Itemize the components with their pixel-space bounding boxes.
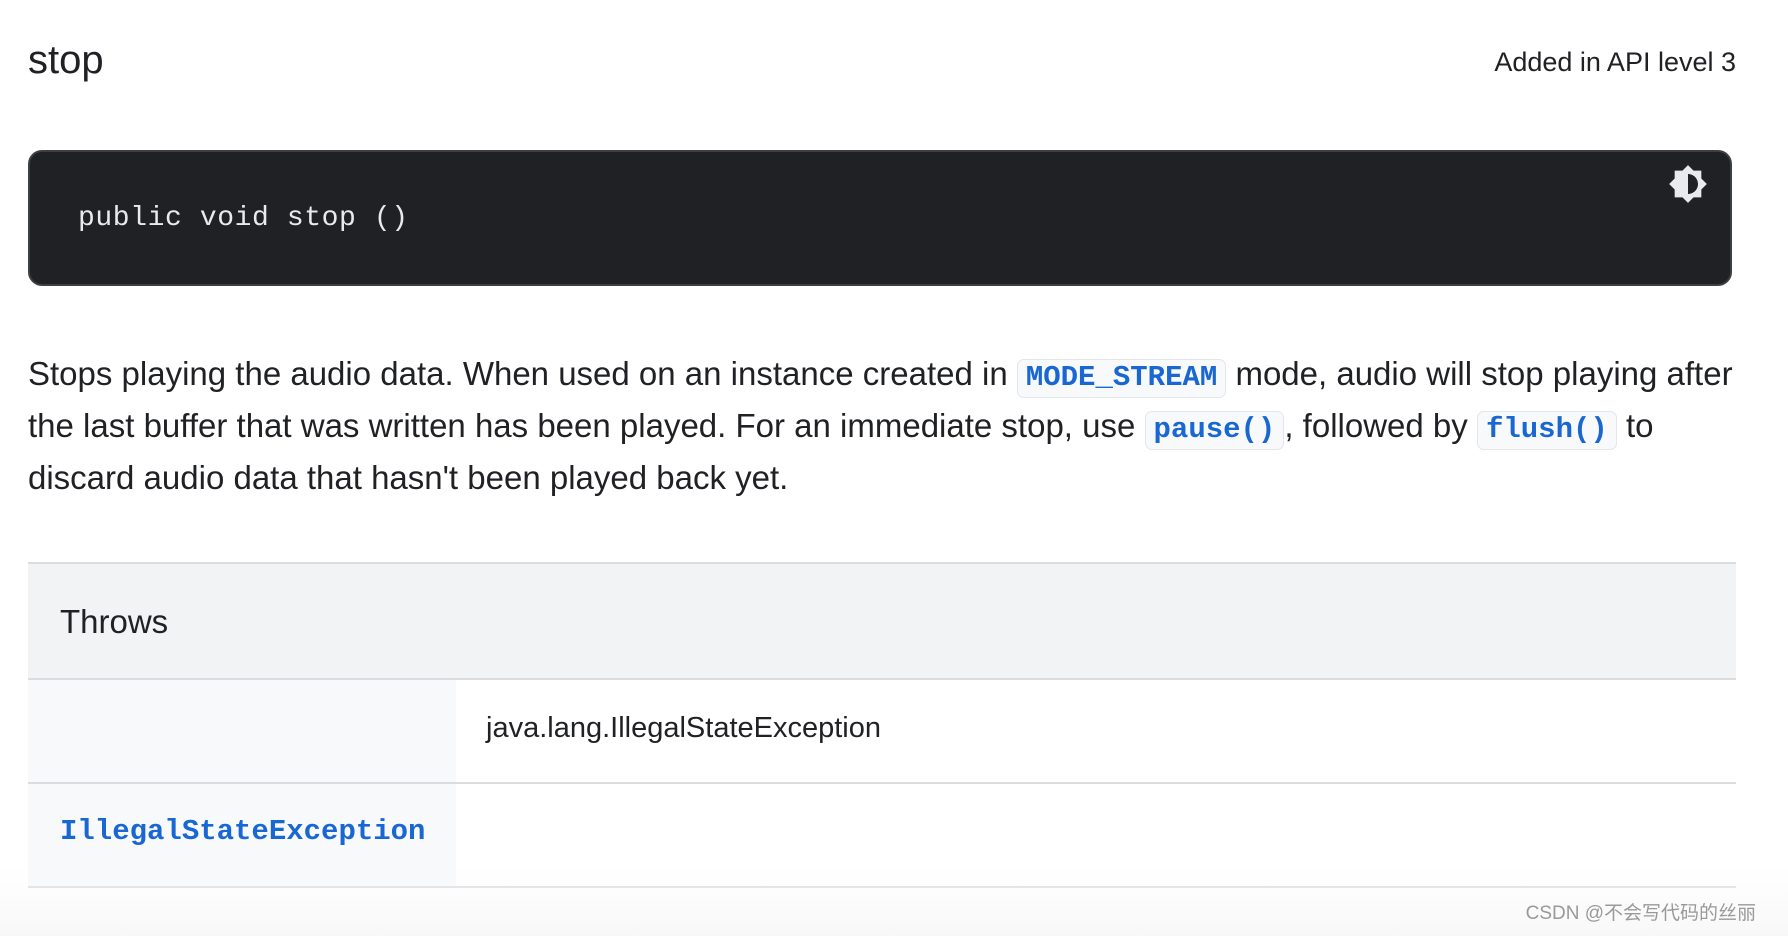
exception-description: java.lang.IllegalStateException	[486, 712, 881, 744]
method-signature: public void stop ()	[78, 203, 409, 234]
brightness-contrast-icon[interactable]	[1668, 164, 1708, 204]
api-level-label: Added in API level 3	[1494, 47, 1736, 77]
description-text-1: Stops playing the audio data. When used …	[28, 355, 1017, 392]
exception-description-cell	[456, 784, 1736, 886]
table-row: java.lang.IllegalStateException	[28, 680, 1736, 784]
throws-header-label: Throws	[60, 603, 169, 640]
illegal-state-exception-link[interactable]: IllegalStateException	[60, 814, 425, 850]
pause-link[interactable]: pause()	[1144, 411, 1285, 450]
watermark: CSDN @不会写代码的丝丽	[1525, 903, 1756, 924]
flush-link[interactable]: flush()	[1476, 411, 1617, 450]
doc-page: stop Added in API level 3 public void st…	[28, 0, 1736, 888]
table-row: IllegalStateException	[28, 784, 1736, 888]
method-description: Stops playing the audio data. When used …	[28, 350, 1748, 502]
mode-stream-link[interactable]: MODE_STREAM	[1016, 359, 1227, 398]
method-title: stop	[28, 38, 104, 82]
exception-cell	[28, 680, 456, 782]
throws-table-header: Throws	[28, 562, 1736, 680]
method-header: stop Added in API level 3	[28, 0, 1736, 130]
method-signature-code-block: public void stop ()	[28, 150, 1732, 286]
description-text-3: , followed by	[1284, 407, 1477, 444]
throws-table: Throws java.lang.IllegalStateException I…	[28, 562, 1736, 888]
